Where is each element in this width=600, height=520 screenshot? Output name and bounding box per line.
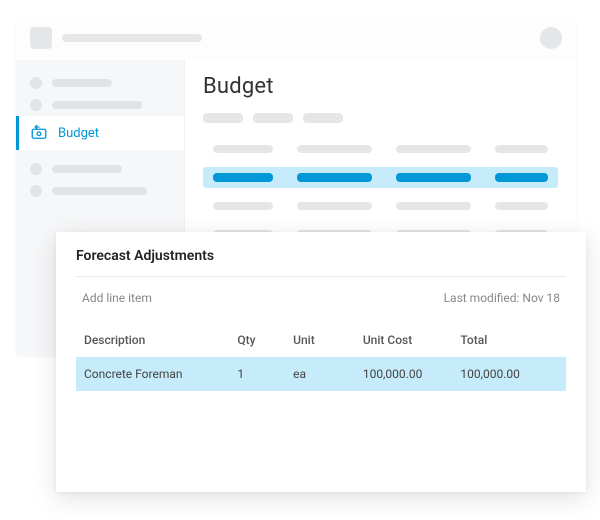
forecast-card: Forecast Adjustments Add line item Last …	[56, 232, 586, 492]
col-unit: Unit	[293, 333, 363, 347]
sidebar-item-label	[52, 79, 112, 87]
app-icon	[30, 27, 52, 49]
sidebar-icon	[30, 99, 42, 111]
table-row	[203, 139, 558, 159]
add-line-item-button[interactable]: Add line item	[82, 291, 152, 305]
table-header: Description Qty Unit Unit Cost Total	[76, 323, 566, 357]
table-row-highlighted[interactable]	[203, 167, 558, 188]
cell-total: 100,000.00	[460, 367, 558, 381]
tabs	[203, 113, 558, 123]
last-modified-label: Last modified: Nov 18	[444, 291, 560, 305]
cell-qty: 1	[237, 367, 293, 381]
topbar	[16, 16, 576, 60]
breadcrumb-placeholder	[62, 34, 202, 42]
sidebar-item[interactable]	[16, 94, 184, 116]
col-description: Description	[84, 333, 237, 347]
page-title: Budget	[203, 74, 558, 99]
sidebar-item-label	[52, 187, 147, 195]
col-total: Total	[460, 333, 558, 347]
budget-icon	[30, 124, 48, 142]
tab[interactable]	[203, 113, 243, 123]
budget-table	[203, 139, 558, 244]
table-row[interactable]: Concrete Foreman 1 ea 100,000.00 100,000…	[76, 357, 566, 391]
sidebar-item[interactable]	[16, 158, 184, 180]
divider	[76, 276, 566, 277]
forecast-table: Description Qty Unit Unit Cost Total Con…	[76, 323, 566, 391]
sidebar-item[interactable]	[16, 180, 184, 202]
avatar[interactable]	[540, 27, 562, 49]
sidebar-item[interactable]	[16, 72, 184, 94]
sidebar-item-label	[52, 165, 122, 173]
tab[interactable]	[303, 113, 343, 123]
cell-description: Concrete Foreman	[84, 367, 237, 381]
sidebar-icon	[30, 163, 42, 175]
sidebar-item-label	[52, 101, 142, 109]
sidebar-icon	[30, 185, 42, 197]
cell-unit: ea	[293, 367, 363, 381]
sidebar-icon	[30, 77, 42, 89]
sidebar-item-label: Budget	[58, 126, 99, 141]
col-unit-cost: Unit Cost	[363, 333, 461, 347]
forecast-title: Forecast Adjustments	[76, 248, 566, 264]
cell-unit-cost: 100,000.00	[363, 367, 461, 381]
tab[interactable]	[253, 113, 293, 123]
table-row	[203, 196, 558, 216]
sidebar-item-budget[interactable]: Budget	[16, 116, 184, 150]
col-qty: Qty	[237, 333, 293, 347]
